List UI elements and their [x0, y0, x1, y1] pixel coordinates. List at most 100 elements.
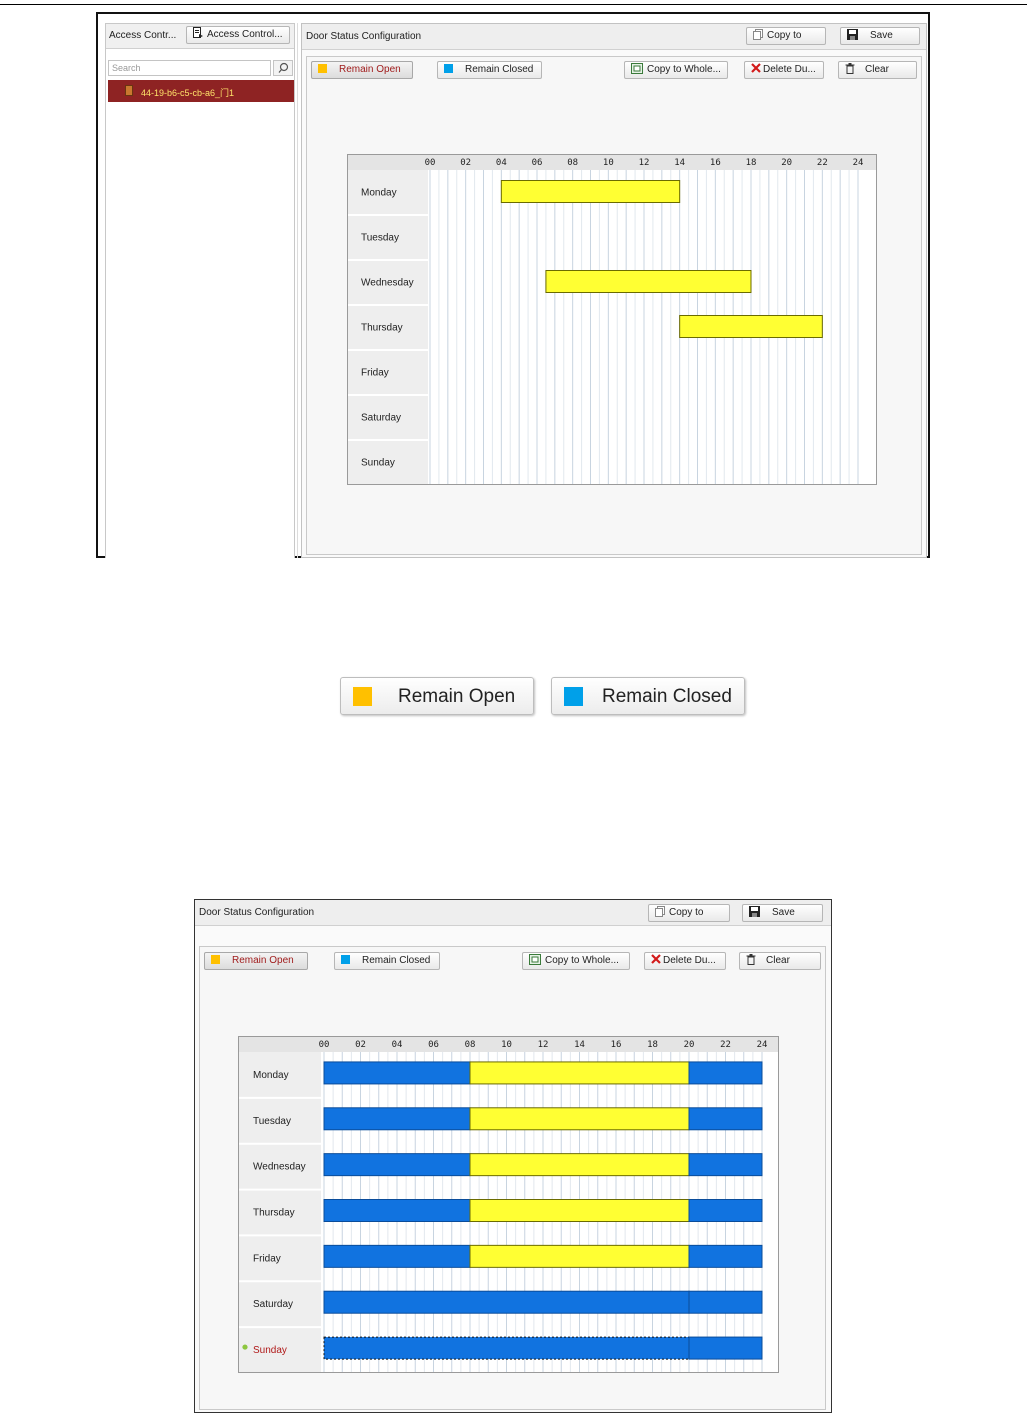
- clear-button[interactable]: Clear: [838, 61, 917, 79]
- hour-tick-label: 10: [603, 158, 614, 168]
- schedule-segment-open[interactable]: [545, 270, 752, 293]
- copy-whole-icon: [631, 62, 643, 74]
- remain-open-swatch-icon: [318, 63, 327, 73]
- hour-tick-label: 12: [639, 158, 650, 168]
- copy-to-button[interactable]: Copy to: [746, 27, 826, 45]
- day-label-monday: Monday: [253, 1070, 289, 1081]
- schedule-segment-closed[interactable]: [688, 1061, 763, 1085]
- day-label-tuesday: Tuesday: [361, 233, 399, 244]
- delete-duration-label: Delete Du...: [663, 955, 716, 966]
- schedule-segment-open[interactable]: [679, 315, 823, 338]
- access-control-icon: [193, 27, 203, 39]
- schedule-segment-closed[interactable]: [323, 1107, 471, 1131]
- schedule-segment-closed[interactable]: [323, 1244, 471, 1268]
- hour-tick-label: 00: [319, 1040, 330, 1050]
- remain-closed-button[interactable]: Remain Closed: [334, 952, 440, 970]
- schedule-segment-open[interactable]: [469, 1244, 690, 1268]
- hour-tick-label: 20: [781, 158, 792, 168]
- clear-icon: [746, 953, 756, 965]
- copy-to-whole-week-button[interactable]: Copy to Whole...: [522, 952, 630, 970]
- hour-tick-label: 16: [611, 1040, 622, 1050]
- hour-tick-label: 04: [496, 158, 507, 168]
- save-icon: [847, 28, 858, 40]
- schedule-segment-closed[interactable]: [688, 1244, 763, 1268]
- remain-open-label: Remain Open: [232, 955, 294, 966]
- hour-tick-label: 06: [532, 158, 543, 168]
- legend-remain-closed-button[interactable]: Remain Closed: [551, 677, 745, 715]
- hour-tick-label: 16: [710, 158, 721, 168]
- hour-tick-label: 18: [746, 158, 757, 168]
- day-label-friday: Friday: [361, 368, 389, 379]
- hour-tick-label: 02: [460, 158, 471, 168]
- hour-tick-label: 24: [853, 158, 864, 168]
- hour-tick-label: 18: [647, 1040, 658, 1050]
- hour-tick-label: 22: [817, 158, 828, 168]
- schedule-segment-open[interactable]: [500, 180, 681, 203]
- copy-to-whole-week-button[interactable]: Copy to Whole...: [624, 61, 728, 79]
- day-label-wednesday: Wednesday: [361, 278, 414, 289]
- hour-tick-label: 10: [501, 1040, 512, 1050]
- copy-whole-icon: [529, 953, 541, 965]
- day-label-sunday: Sunday: [361, 458, 395, 469]
- remain-open-swatch-icon: [353, 687, 372, 706]
- save-button[interactable]: Save: [840, 27, 920, 45]
- schedule-segment-closed[interactable]: [323, 1153, 471, 1177]
- legend-remain-open-button[interactable]: Remain Open: [340, 677, 534, 715]
- hour-tick-label: 02: [355, 1040, 366, 1050]
- remain-closed-label: Remain Closed: [465, 64, 534, 75]
- door-status-screen-1: Access Contr... Access Control... Search…: [96, 12, 930, 558]
- search-button[interactable]: [273, 60, 293, 76]
- hour-tick-label: 20: [684, 1040, 695, 1050]
- clear-label: Clear: [865, 64, 889, 75]
- schedule-segment-closed[interactable]: [323, 1290, 690, 1314]
- schedule-segment-open[interactable]: [469, 1061, 690, 1085]
- save-icon: [749, 905, 760, 917]
- access-control-button[interactable]: Access Control...: [186, 26, 290, 44]
- remain-closed-swatch-icon: [444, 63, 453, 73]
- day-label-thursday: Thursday: [253, 1208, 295, 1219]
- schedule-segment-open[interactable]: [469, 1107, 690, 1131]
- day-label-tuesday: Tuesday: [253, 1116, 291, 1127]
- schedule-segment-closed[interactable]: [323, 1061, 471, 1085]
- schedule-segment-closed[interactable]: [323, 1199, 471, 1222]
- copy-to-button[interactable]: Copy to: [648, 904, 730, 922]
- schedule-segment-closed[interactable]: [688, 1153, 763, 1177]
- delete-icon: [651, 954, 661, 965]
- copy-icon: [655, 905, 665, 917]
- save-label: Save: [870, 30, 893, 41]
- copy-icon: [753, 28, 763, 40]
- access-control-tree-panel: Access Contr... Access Control... Search…: [105, 23, 295, 558]
- delete-duration-button[interactable]: Delete Du...: [744, 61, 824, 79]
- search-input[interactable]: Search: [108, 60, 271, 76]
- schedule-segment-open[interactable]: [469, 1153, 690, 1177]
- copy-to-label: Copy to: [767, 30, 802, 41]
- clear-button[interactable]: Clear: [739, 952, 821, 970]
- panel-title: Door Status Configuration: [199, 907, 315, 918]
- door-status-screen-2: Door Status Configuration Copy to Save R…: [194, 899, 832, 1413]
- legend-buttons: Remain Open Remain Closed: [340, 677, 746, 717]
- copy-to-whole-label: Copy to Whole...: [647, 64, 721, 75]
- device-list-item[interactable]: 44-19-b6-c5-cb-a6_门1: [108, 80, 294, 102]
- panel-splitter[interactable]: [297, 23, 298, 558]
- remain-closed-swatch-icon: [564, 687, 583, 706]
- schedule-segment-closed[interactable]: [688, 1199, 763, 1222]
- delete-duration-button[interactable]: Delete Du...: [644, 952, 726, 970]
- copy-to-whole-label: Copy to Whole...: [545, 955, 619, 966]
- schedule-segment-closed[interactable]: [688, 1336, 763, 1360]
- schedule-segment-closed[interactable]: [323, 1336, 690, 1360]
- schedule-segment-open[interactable]: [469, 1199, 690, 1222]
- weekly-schedule-grid[interactable]: 00 02 04 06 08 10 12 14 16 18 20 22 24 Monday Tuesday W…: [347, 154, 877, 485]
- remain-closed-button[interactable]: Remain Closed: [437, 61, 542, 79]
- remain-open-button[interactable]: Remain Open: [204, 952, 308, 970]
- schedule-segment-closed[interactable]: [688, 1290, 763, 1314]
- schedule-segment-closed[interactable]: [688, 1107, 763, 1131]
- weekly-schedule-grid[interactable]: 00 02 04 06 08 10 12 14 16 18 20 22 24 Monday Tuesday W…: [238, 1036, 779, 1373]
- legend-remain-open-label: Remain Open: [398, 686, 516, 707]
- hour-tick-label: 14: [674, 158, 685, 168]
- hour-tick-label: 00: [425, 158, 436, 168]
- save-button[interactable]: Save: [742, 904, 823, 922]
- page-top-rule: [0, 4, 1027, 5]
- remain-open-button[interactable]: Remain Open: [311, 61, 413, 79]
- remain-closed-label: Remain Closed: [362, 955, 431, 966]
- day-label-saturday: Saturday: [361, 413, 401, 424]
